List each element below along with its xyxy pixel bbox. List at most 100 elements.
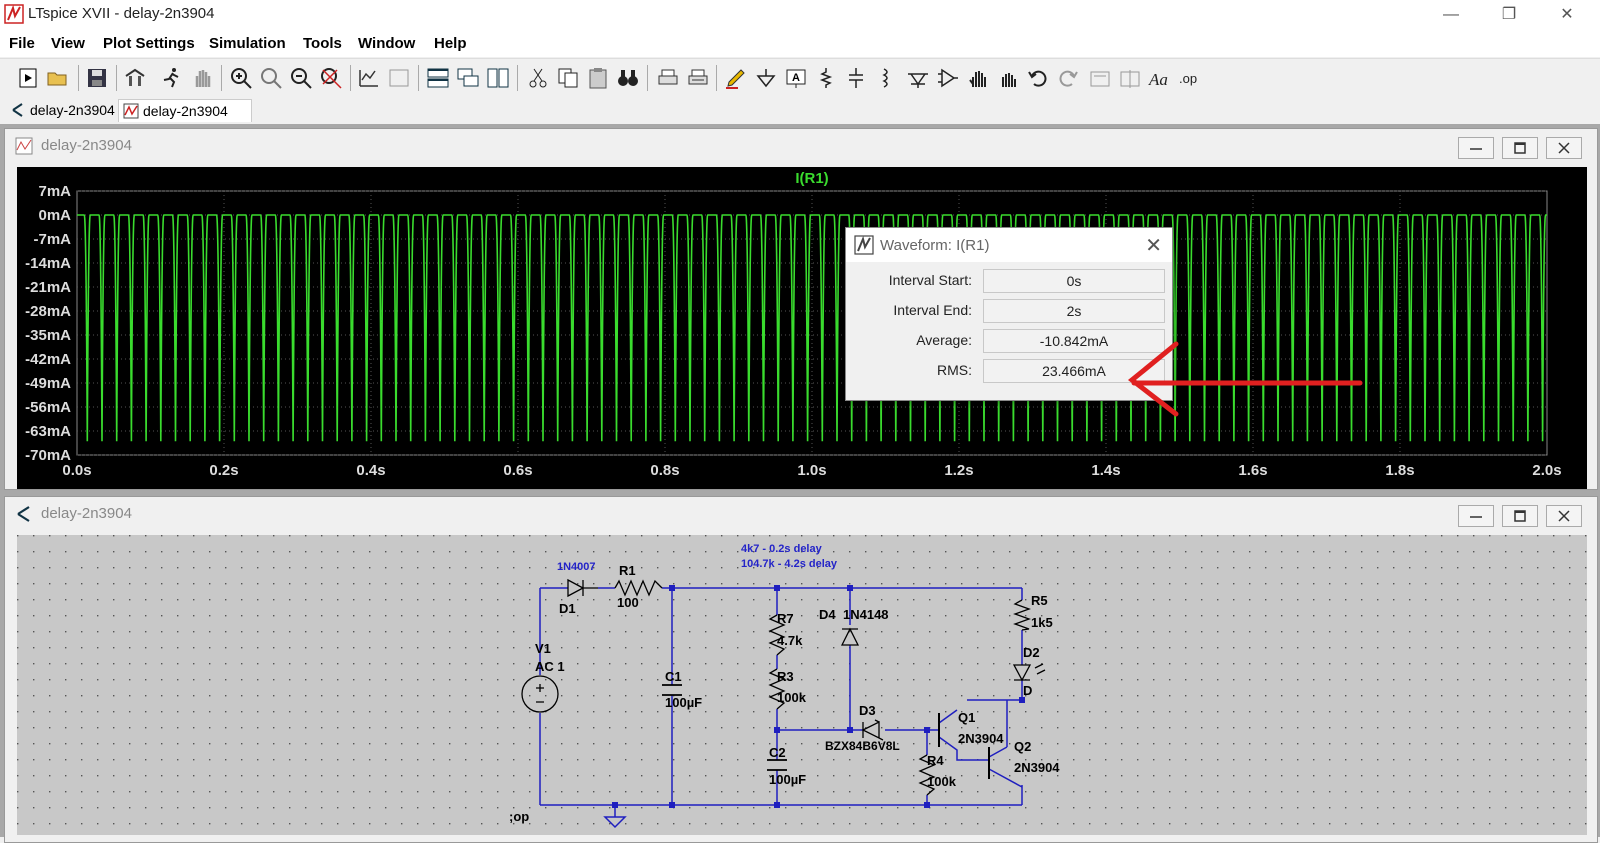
move-hand-icon[interactable] — [966, 66, 990, 90]
q1-value[interactable]: 2N3904 — [958, 731, 1004, 746]
cascade-icon[interactable] — [456, 66, 480, 90]
d2-ref[interactable]: D2 — [1023, 645, 1040, 660]
print-preview-icon[interactable] — [686, 66, 710, 90]
new-schematic-icon[interactable] — [16, 66, 40, 90]
r3-value[interactable]: 100k — [777, 690, 806, 705]
tile-horizontal-icon[interactable] — [426, 66, 450, 90]
delay-note-1[interactable]: 4k7 - 0.2s delay — [741, 543, 822, 555]
zoom-in-icon[interactable] — [229, 66, 253, 90]
schematic-canvas[interactable]: 4k7 - 0.2s delay 104.7k - 4.2s delay 1N4… — [17, 535, 1587, 835]
plot-area[interactable]: I(R1) 0.0s 0.2s 0.4s 0.6s 0.8s 1.0s 1.2s 1.4s 1.6… — [17, 167, 1587, 489]
c2-value[interactable]: 100µF — [769, 772, 806, 787]
q2-ref[interactable]: Q2 — [1014, 739, 1031, 754]
c1-value[interactable]: 100µF — [665, 695, 702, 710]
toolbar: A Aa .op — [0, 58, 1600, 98]
label-net-icon[interactable]: A — [784, 66, 808, 90]
zoom-out-icon[interactable] — [289, 66, 313, 90]
halt-hand-icon[interactable] — [190, 66, 214, 90]
red-arrow-annotation — [1127, 341, 1363, 417]
r1-ref[interactable]: R1 — [619, 563, 636, 578]
zoom-area-icon[interactable] — [259, 66, 283, 90]
plot-maximize-button[interactable] — [1502, 137, 1538, 159]
schematic-drawing[interactable] — [17, 535, 1587, 835]
menu-window[interactable]: Window — [358, 35, 415, 52]
r4-ref[interactable]: R4 — [927, 753, 944, 768]
mirror-icon[interactable] — [1118, 66, 1142, 90]
schematic-window-titlebar[interactable]: delay-2n3904 — [5, 497, 1597, 529]
r7-value[interactable]: 4.7k — [777, 633, 802, 648]
copy-icon[interactable] — [556, 66, 580, 90]
restore-button[interactable]: ❐ — [1486, 0, 1532, 29]
draw-wire-pencil-icon[interactable] — [724, 66, 748, 90]
dialog-close-icon[interactable]: ✕ — [1145, 233, 1162, 258]
c1-ref[interactable]: C1 — [665, 669, 682, 684]
menu-file[interactable]: File — [9, 35, 35, 52]
plot-settings-icon[interactable] — [387, 66, 411, 90]
undo-icon[interactable] — [1026, 66, 1050, 90]
d3-value[interactable]: BZX84B6V8L — [825, 739, 900, 753]
tab-waveform[interactable]: delay-2n3904 — [118, 99, 252, 122]
ground-icon[interactable] — [754, 66, 778, 90]
d1-value[interactable]: 1N4007 — [557, 561, 596, 573]
schematic-minimize-button[interactable] — [1458, 505, 1494, 527]
waveform-chart[interactable]: I(R1) 0.0s 0.2s 0.4s 0.6s 0.8s 1.0s 1.2s 1.4s 1.6… — [17, 167, 1587, 489]
menu-simulation[interactable]: Simulation — [209, 35, 286, 52]
op-directive[interactable]: ;op — [509, 809, 529, 824]
v1-value[interactable]: AC 1 — [535, 659, 565, 674]
text-icon[interactable]: Aa — [1148, 66, 1172, 90]
redo-icon[interactable] — [1056, 66, 1080, 90]
tile-vertical-icon[interactable] — [486, 66, 510, 90]
drag-hand-icon[interactable] — [996, 66, 1020, 90]
r5-value[interactable]: 1k5 — [1031, 615, 1053, 630]
print-icon[interactable] — [656, 66, 680, 90]
dialog-titlebar[interactable]: Waveform: I(R1) ✕ — [846, 228, 1172, 262]
interval-end-value[interactable]: 2s — [983, 299, 1165, 323]
resistor-icon[interactable] — [814, 66, 838, 90]
interval-start-label: Interval Start: — [888, 272, 972, 288]
save-icon[interactable] — [85, 66, 109, 90]
d1-ref[interactable]: D1 — [559, 601, 576, 616]
d2-value[interactable]: D — [1023, 683, 1032, 698]
plot-close-button[interactable] — [1546, 137, 1582, 159]
x-tick-label: 0.6s — [503, 462, 532, 479]
component-icon[interactable] — [936, 66, 960, 90]
r7-ref[interactable]: R7 — [777, 611, 794, 626]
interval-start-value[interactable]: 0s — [983, 269, 1165, 293]
plot-window-titlebar[interactable]: delay-2n3904 — [5, 129, 1597, 161]
schematic-close-button[interactable] — [1546, 505, 1582, 527]
autorange-icon[interactable] — [357, 66, 381, 90]
menu-view[interactable]: View — [51, 35, 85, 52]
r3-ref[interactable]: R3 — [777, 669, 794, 684]
d3-ref[interactable]: D3 — [859, 703, 876, 718]
r4-value[interactable]: 100k — [927, 774, 956, 789]
d4-value[interactable]: 1N4148 — [843, 607, 889, 622]
cut-icon[interactable] — [526, 66, 550, 90]
r5-ref[interactable]: R5 — [1031, 593, 1048, 608]
q1-ref[interactable]: Q1 — [958, 710, 975, 725]
control-panel-icon[interactable] — [123, 66, 147, 90]
menu-help[interactable]: Help — [434, 35, 467, 52]
menu-tools[interactable]: Tools — [303, 35, 342, 52]
capacitor-icon[interactable] — [844, 66, 868, 90]
q2-value[interactable]: 2N3904 — [1014, 760, 1060, 775]
spice-directive-icon[interactable]: .op — [1178, 66, 1202, 90]
delay-note-2[interactable]: 104.7k - 4.2s delay — [741, 558, 837, 570]
plot-minimize-button[interactable] — [1458, 137, 1494, 159]
close-button[interactable]: ✕ — [1544, 0, 1590, 29]
schematic-maximize-button[interactable] — [1502, 505, 1538, 527]
d4-ref[interactable]: D4 — [819, 607, 836, 622]
chart-title: I(R1) — [795, 170, 828, 187]
find-binoculars-icon[interactable] — [616, 66, 640, 90]
rotate-icon[interactable] — [1088, 66, 1112, 90]
c2-ref[interactable]: C2 — [769, 745, 786, 760]
r1-value[interactable]: 100 — [617, 595, 639, 610]
diode-icon[interactable] — [906, 66, 930, 90]
minimize-button[interactable]: — — [1428, 0, 1474, 29]
menu-plot-settings[interactable]: Plot Settings — [103, 35, 195, 52]
zoom-fit-icon[interactable] — [319, 66, 343, 90]
paste-icon[interactable] — [586, 66, 610, 90]
open-folder-icon[interactable] — [46, 66, 70, 90]
inductor-icon[interactable] — [874, 66, 898, 90]
run-icon[interactable] — [160, 66, 184, 90]
v1-ref[interactable]: V1 — [535, 641, 551, 656]
